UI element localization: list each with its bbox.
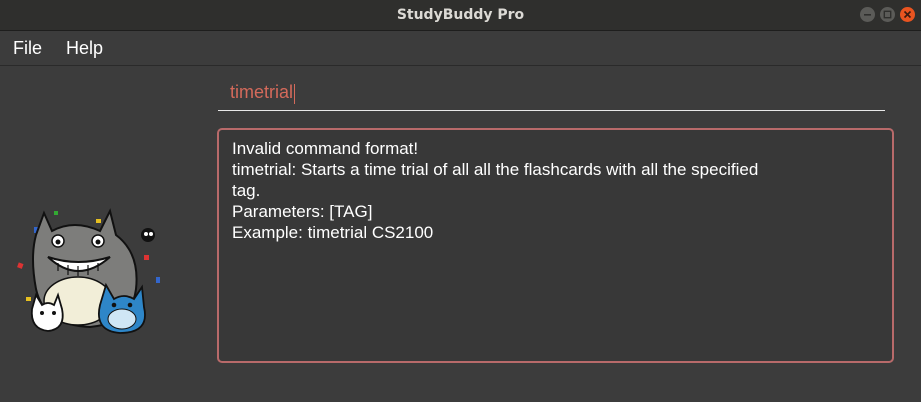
minimize-icon <box>864 14 871 16</box>
mascot-image <box>17 208 160 334</box>
maximize-icon <box>883 10 892 19</box>
result-line: Invalid command format! <box>232 139 419 158</box>
result-line: Parameters: [TAG] <box>232 202 373 221</box>
text-caret <box>294 84 295 104</box>
command-input[interactable]: timetrial <box>218 78 885 111</box>
result-line: tag. <box>232 181 261 200</box>
menu-help[interactable]: Help <box>66 31 103 65</box>
result-text: Invalid command format! timetrial: Start… <box>232 138 877 243</box>
menu-bar: File Help <box>0 31 921 66</box>
menu-file[interactable]: File <box>13 31 42 65</box>
command-input-text: timetrial <box>230 82 294 102</box>
result-line: timetrial: Starts a time trial of all al… <box>232 160 759 179</box>
maximize-button[interactable] <box>880 7 895 22</box>
result-line: Example: timetrial CS2100 <box>232 223 434 242</box>
close-button[interactable] <box>900 7 915 22</box>
minimize-button[interactable] <box>860 7 875 22</box>
window-title: StudyBuddy Pro <box>396 7 525 23</box>
title-bar: StudyBuddy Pro <box>0 0 921 31</box>
result-display[interactable]: Invalid command format! timetrial: Start… <box>217 128 894 363</box>
close-icon <box>903 10 912 19</box>
